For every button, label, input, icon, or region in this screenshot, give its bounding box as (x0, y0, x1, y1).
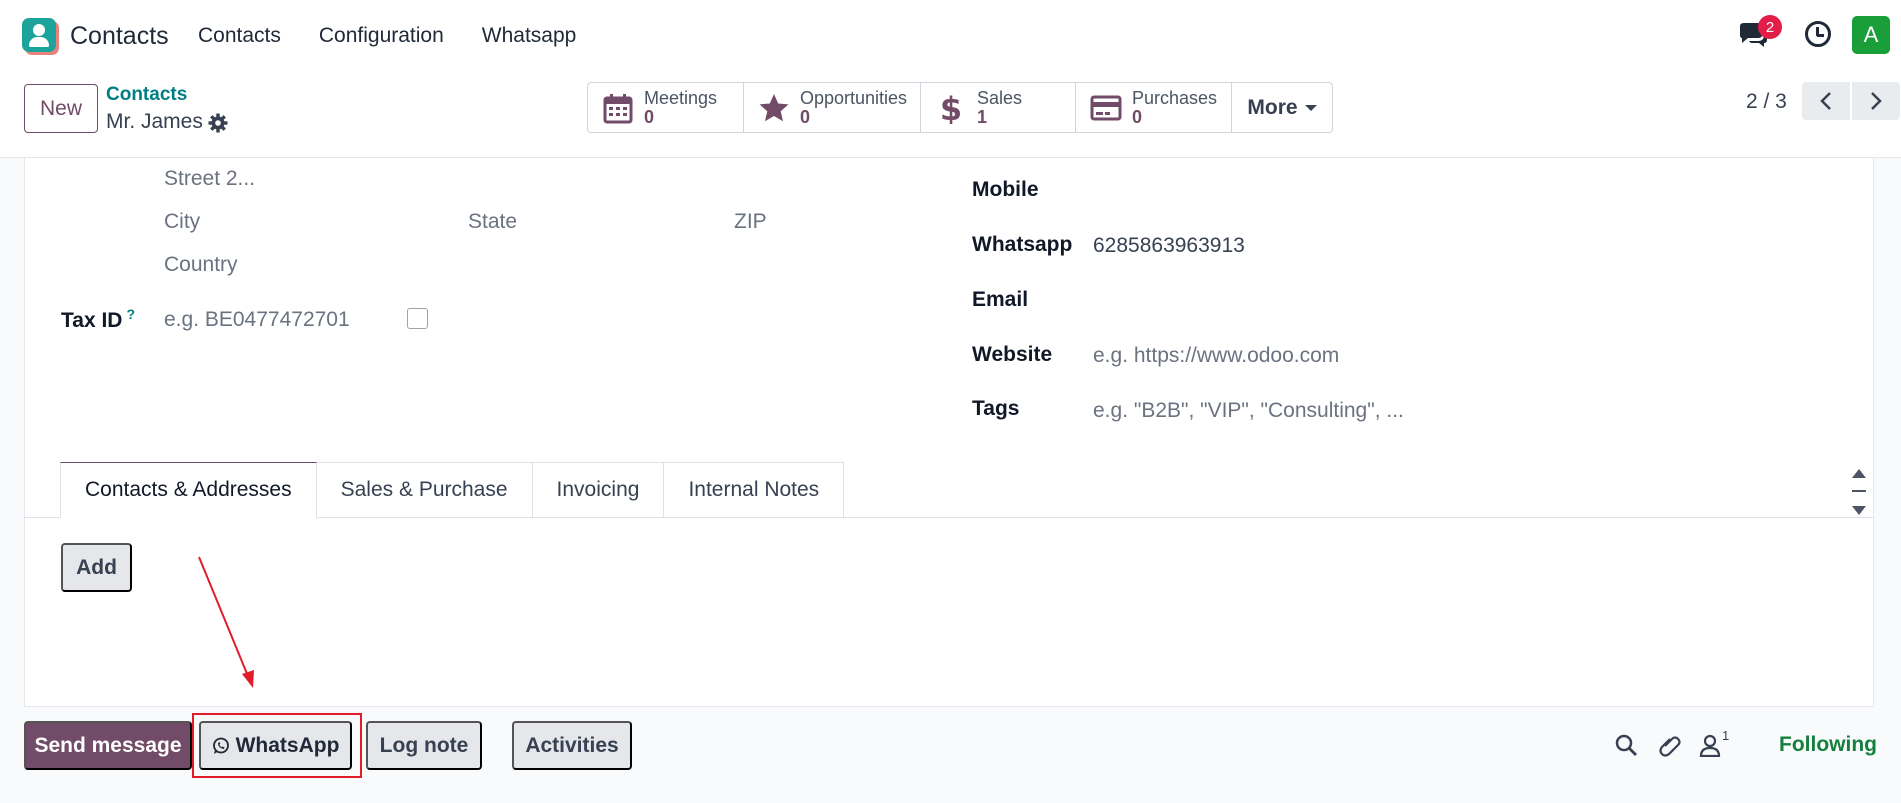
street2-input[interactable]: Street 2... (164, 167, 255, 191)
pager-buttons (1802, 82, 1900, 120)
tax-id-label: Tax ID? (61, 306, 136, 332)
svg-text:$: $ (940, 92, 962, 124)
purchases-count: 0 (1132, 106, 1143, 127)
website-input[interactable]: e.g. https://www.odoo.com (1093, 344, 1339, 368)
tab-contacts-addresses[interactable]: Contacts & Addresses (60, 462, 317, 518)
sales-smart-button[interactable]: $ Sales 1 (921, 83, 1076, 132)
city-input[interactable]: City (164, 210, 200, 234)
activities-button[interactable]: Activities (512, 721, 632, 770)
caret-down-icon (1304, 104, 1317, 111)
record-name: Mr. James (106, 110, 203, 133)
pager-previous-button[interactable] (1802, 82, 1850, 120)
following-button[interactable]: Following (1779, 733, 1877, 757)
chevron-right-icon (1871, 92, 1882, 110)
pager-next-button[interactable] (1852, 82, 1900, 120)
star-icon (759, 93, 789, 121)
email-label: Email (972, 288, 1029, 311)
followers-icon[interactable] (1698, 733, 1722, 757)
log-note-button[interactable]: Log note (366, 721, 482, 770)
annotation-arrow (198, 556, 254, 688)
main-menu: Contacts Configuration Whatsapp (198, 24, 614, 48)
zip-input[interactable]: ZIP (734, 210, 767, 234)
control-panel: New Contacts Mr. James Meetings 0 Opport… (0, 74, 1901, 158)
opportunities-smart-button[interactable]: Opportunities 0 (744, 83, 921, 132)
meetings-smart-button[interactable]: Meetings 0 (588, 83, 744, 132)
whatsapp-button[interactable]: WhatsApp (199, 721, 352, 770)
whatsapp-input[interactable]: 6285863963913 (1093, 234, 1245, 258)
activity-clock-icon[interactable] (1805, 21, 1831, 47)
state-input[interactable]: State (468, 210, 517, 234)
purchases-label: Purchases (1132, 87, 1218, 108)
search-icon[interactable] (1614, 733, 1638, 757)
tab-internal-notes[interactable]: Internal Notes (664, 462, 845, 518)
add-contact-button[interactable]: Add (61, 543, 132, 592)
whatsapp-icon (212, 737, 229, 754)
purchases-smart-button[interactable]: Purchases 0 (1076, 83, 1232, 132)
top-navbar: Contacts Contacts Configuration Whatsapp… (0, 0, 1901, 74)
whatsapp-button-label: WhatsApp (235, 733, 340, 757)
menu-contacts[interactable]: Contacts (198, 24, 281, 48)
website-label: Website (972, 343, 1053, 366)
contacts-app-icon[interactable] (22, 18, 56, 52)
mobile-label: Mobile (972, 178, 1039, 201)
opportunities-count: 0 (800, 106, 811, 127)
meetings-label: Meetings (644, 87, 718, 108)
tab-sales-purchase[interactable]: Sales & Purchase (316, 462, 533, 518)
messages-badge: 2 (1758, 15, 1782, 39)
more-label: More (1247, 95, 1298, 119)
breadcrumb-contacts[interactable]: Contacts (106, 84, 187, 106)
smart-buttons: Meetings 0 Opportunities 0 $ Sales 1 Purcha… (587, 82, 1333, 133)
new-button[interactable]: New (24, 84, 98, 133)
tax-id-input[interactable]: e.g. BE0477472701 (164, 308, 350, 332)
tab-invoicing[interactable]: Invoicing (532, 462, 665, 518)
paperclip-icon[interactable] (1658, 733, 1682, 757)
more-dropdown[interactable]: More (1232, 83, 1332, 132)
opportunities-label: Opportunities (800, 87, 908, 108)
menu-whatsapp[interactable]: Whatsapp (482, 24, 577, 48)
calendar-icon (603, 93, 633, 123)
form-sheet (24, 158, 1874, 707)
chatter-bar: Send message WhatsApp Log note Activitie… (0, 707, 1901, 803)
gear-icon[interactable] (208, 113, 228, 133)
pager-value[interactable]: 2 / 3 (1746, 90, 1787, 114)
chevron-left-icon (1820, 92, 1831, 110)
sales-label: Sales (977, 87, 1023, 108)
tax-id-help-icon[interactable]: ? (126, 306, 135, 322)
meetings-count: 0 (644, 106, 655, 127)
tags-label: Tags (972, 397, 1020, 420)
tags-input[interactable]: e.g. "B2B", "VIP", "Consulting", ... (1093, 399, 1404, 423)
send-message-button[interactable]: Send message (24, 721, 192, 770)
credit-card-icon (1090, 95, 1122, 120)
app-name[interactable]: Contacts (70, 22, 169, 51)
sales-count: 1 (977, 106, 988, 127)
scroll-arrows-icon[interactable] (1851, 467, 1867, 517)
country-input[interactable]: Country (164, 253, 238, 277)
user-avatar[interactable]: A (1852, 16, 1890, 54)
notebook-tabs: Contacts & Addresses Sales & Purchase In… (60, 462, 845, 518)
follower-count: 1 (1722, 728, 1730, 743)
menu-configuration[interactable]: Configuration (319, 24, 444, 48)
dollar-icon: $ (940, 92, 962, 124)
tax-id-checkbox[interactable] (407, 308, 428, 329)
whatsapp-label: Whatsapp (972, 233, 1073, 256)
